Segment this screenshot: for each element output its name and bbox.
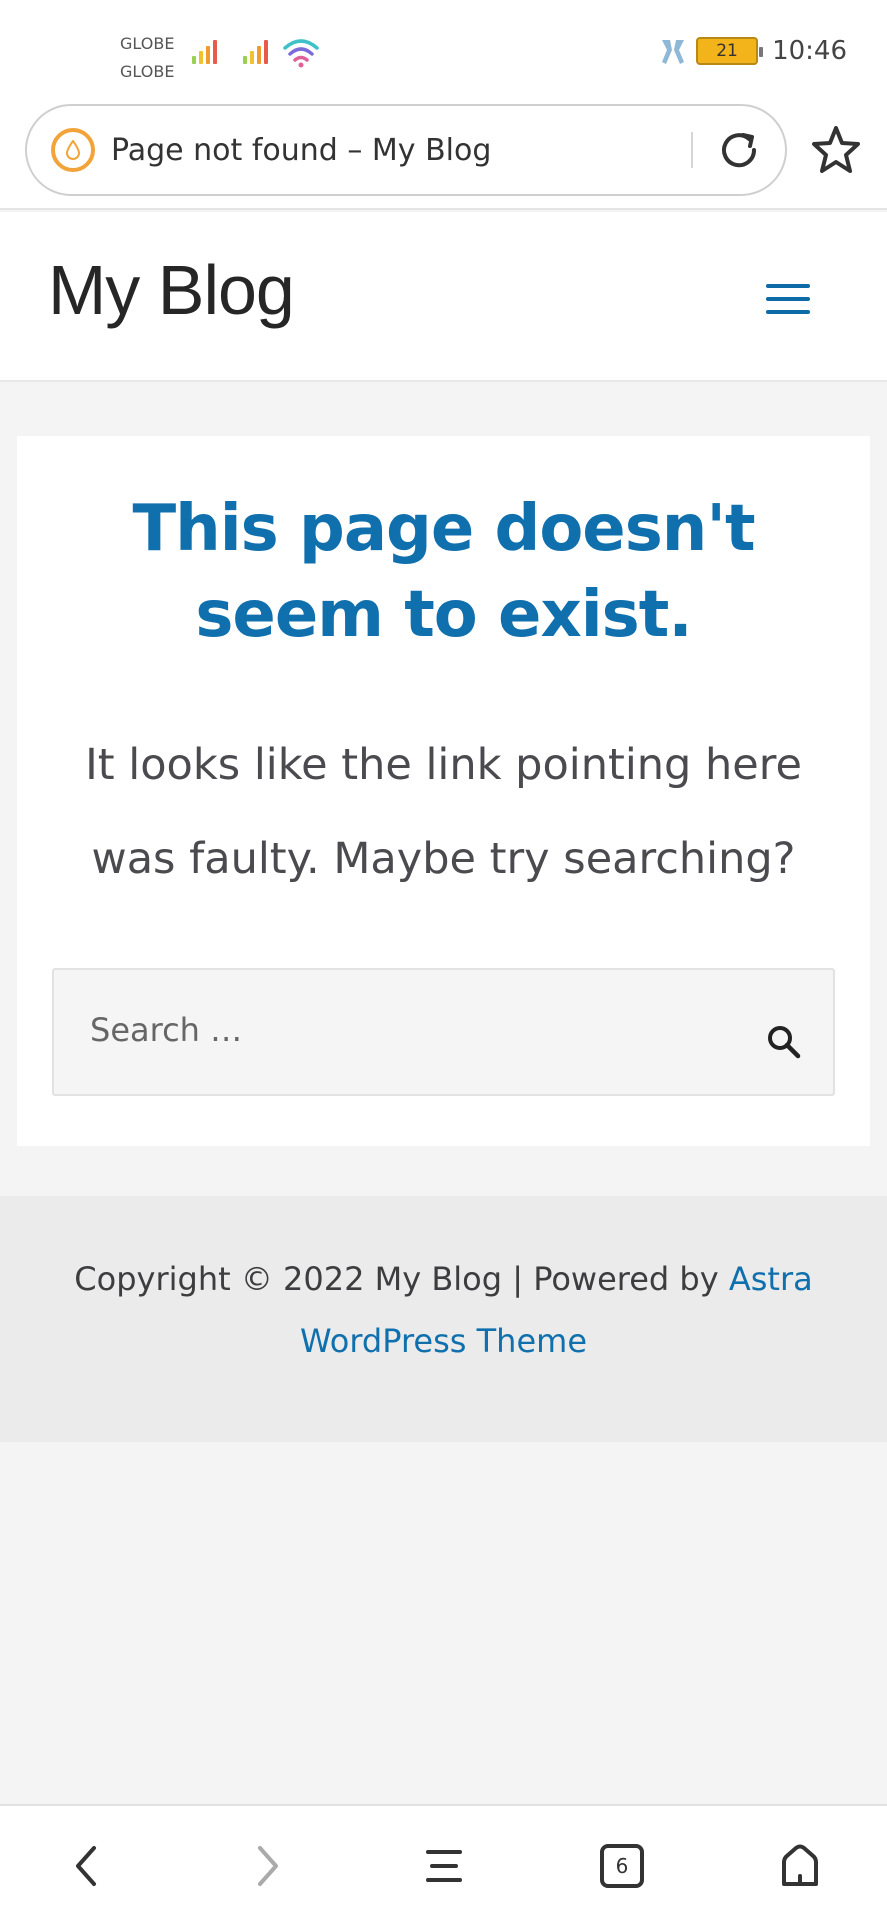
carrier-labels: GLOBE GLOBE <box>120 30 174 86</box>
copyright-text: Copyright © 2022 My Blog | Powered by <box>74 1260 729 1298</box>
footer-text: Copyright © 2022 My Blog | Powered by As… <box>20 1248 867 1372</box>
address-bar-divider <box>691 132 693 168</box>
right-status: 21 10:46 <box>658 36 847 66</box>
star-icon[interactable] <box>808 122 864 178</box>
carrier-1: GLOBE <box>120 34 175 53</box>
clock: 10:46 <box>772 36 847 66</box>
back-icon[interactable] <box>58 1836 118 1896</box>
site-title[interactable]: My Blog <box>48 250 295 330</box>
status-bar: GLOBE GLOBE 21 10:46 <box>0 0 887 100</box>
search-icon[interactable] <box>764 1022 804 1062</box>
signal-2-icon <box>243 38 268 64</box>
error-description: It looks like the link pointing here was… <box>85 740 802 884</box>
hamburger-menu-icon[interactable] <box>766 284 810 314</box>
browser-toolbar: Page not found – My Blog <box>0 100 887 210</box>
reload-icon[interactable] <box>715 126 763 174</box>
signal-1-icon <box>192 38 217 64</box>
menu-icon[interactable] <box>414 1836 474 1896</box>
battery-level: 21 <box>716 41 738 61</box>
search-form <box>52 968 835 1096</box>
droplet-icon <box>51 128 95 172</box>
carrier-2: GLOBE <box>120 62 175 81</box>
wifi-icon <box>283 39 319 68</box>
tabs-button[interactable]: 6 <box>592 1836 652 1896</box>
address-bar[interactable]: Page not found – My Blog <box>25 104 787 196</box>
forward-icon[interactable] <box>236 1836 296 1896</box>
home-icon[interactable] <box>770 1836 830 1896</box>
browser-bottom-nav: 6 <box>0 1804 887 1920</box>
tabs-count: 6 <box>600 1844 644 1888</box>
ribbon-icon <box>662 40 685 64</box>
page-title-in-address-bar[interactable]: Page not found – My Blog <box>111 133 691 168</box>
battery-indicator: 21 <box>696 37 764 65</box>
site-header: My Blog <box>0 212 887 382</box>
error-heading: This page doesn't seem to exist. <box>132 492 755 652</box>
content-card: This page doesn't seem to exist. It look… <box>17 436 870 1146</box>
search-input[interactable] <box>90 1000 710 1060</box>
site-footer: Copyright © 2022 My Blog | Powered by As… <box>0 1196 887 1442</box>
